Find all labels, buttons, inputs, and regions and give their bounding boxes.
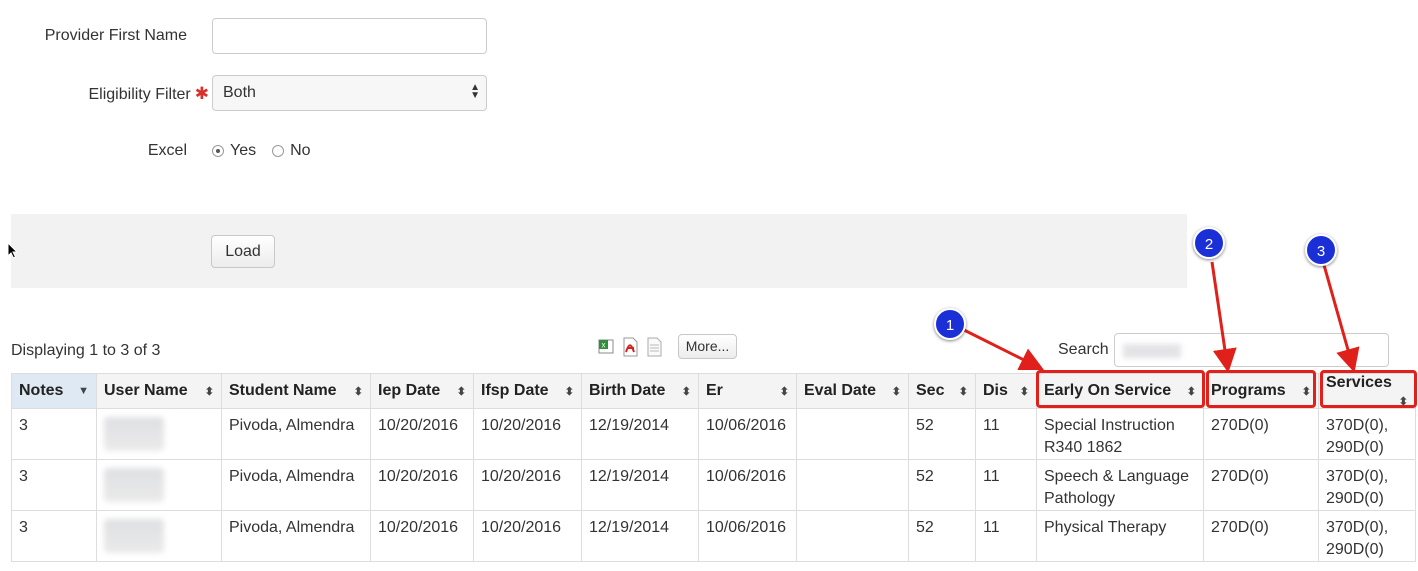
column-header-notes[interactable]: Notes ▼ bbox=[11, 373, 97, 409]
cell-birth-date: 12/19/2014 bbox=[581, 459, 699, 511]
cell-eval-date bbox=[796, 510, 909, 562]
cell-sec: 52 bbox=[908, 459, 976, 511]
cell-notes: 3 bbox=[11, 408, 97, 460]
column-header-iep-date[interactable]: Iep Date ⬍ bbox=[370, 373, 474, 409]
excel-radio-group: Yes No bbox=[212, 142, 311, 160]
column-header-sec[interactable]: Sec ⬍ bbox=[908, 373, 976, 409]
cell-birth-date: 12/19/2014 bbox=[581, 408, 699, 460]
load-bar bbox=[11, 214, 1187, 288]
cell-iep-date: 10/20/2016 bbox=[370, 459, 474, 511]
excel-icon[interactable]: x bbox=[597, 337, 615, 355]
cell-services: 370D(0), 290D(0) bbox=[1318, 510, 1416, 562]
cell-er: 10/06/2016 bbox=[698, 459, 797, 511]
cell-iep-date: 10/20/2016 bbox=[370, 408, 474, 460]
column-header-er[interactable]: Er ⬍ bbox=[698, 373, 797, 409]
required-marker: ✱ bbox=[194, 84, 209, 103]
cell-birth-date: 12/19/2014 bbox=[581, 510, 699, 562]
annotation-badge-3: 3 bbox=[1305, 234, 1337, 266]
excel-no-radio[interactable] bbox=[272, 145, 285, 157]
highlight-early-on-service bbox=[1036, 370, 1205, 408]
cell-user-name bbox=[96, 510, 222, 562]
provider-first-name-input[interactable] bbox=[212, 18, 487, 54]
blurred-user-name bbox=[104, 468, 164, 502]
cell-iep-date: 10/20/2016 bbox=[370, 510, 474, 562]
cell-early-on-service: Physical Therapy bbox=[1036, 510, 1204, 562]
sort-icon: ⬍ bbox=[779, 386, 789, 398]
cell-early-on-service: Speech & Language Pathology bbox=[1036, 459, 1204, 511]
excel-label: Excel bbox=[147, 142, 187, 159]
arrow-1 bbox=[959, 326, 1045, 371]
sort-icon: ⬍ bbox=[564, 386, 574, 398]
pdf-icon[interactable] bbox=[621, 337, 639, 357]
blurred-user-name bbox=[104, 519, 164, 553]
cell-dis: 11 bbox=[975, 510, 1037, 562]
sort-icon: ⬍ bbox=[456, 386, 466, 398]
cell-ifsp-date: 10/20/2016 bbox=[473, 408, 582, 460]
cell-er: 10/06/2016 bbox=[698, 408, 797, 460]
sort-icon: ⬍ bbox=[958, 386, 968, 398]
column-header-dis[interactable]: Dis ⬍ bbox=[975, 373, 1037, 409]
cell-student-name: Pivoda, Almendra bbox=[221, 459, 371, 511]
cell-student-name: Pivoda, Almendra bbox=[221, 408, 371, 460]
table-row[interactable]: 3 Pivoda, Almendra 10/20/2016 10/20/2016… bbox=[11, 510, 1416, 562]
sort-desc-icon: ▼ bbox=[78, 385, 89, 397]
cell-user-name bbox=[96, 408, 222, 460]
sort-icon: ⬍ bbox=[891, 386, 901, 398]
cell-ifsp-date: 10/20/2016 bbox=[473, 510, 582, 562]
cell-notes: 3 bbox=[11, 459, 97, 511]
cell-eval-date bbox=[796, 459, 909, 511]
table-row[interactable]: 3 Pivoda, Almendra 10/20/2016 10/20/2016… bbox=[11, 459, 1416, 511]
excel-yes-label: Yes bbox=[230, 142, 257, 159]
text-file-icon[interactable] bbox=[645, 337, 663, 357]
export-icons: x bbox=[597, 337, 663, 357]
svg-text:x: x bbox=[602, 341, 606, 350]
search-input[interactable] bbox=[1114, 333, 1389, 367]
cell-dis: 11 bbox=[975, 408, 1037, 460]
cell-sec: 52 bbox=[908, 408, 976, 460]
cell-dis: 11 bbox=[975, 459, 1037, 511]
excel-yes-radio[interactable] bbox=[212, 145, 224, 157]
blurred-search-text bbox=[1123, 344, 1181, 358]
search-label: Search bbox=[1058, 341, 1109, 358]
provider-first-name-label: Provider First Name bbox=[44, 27, 187, 44]
cell-er: 10/06/2016 bbox=[698, 510, 797, 562]
cell-student-name: Pivoda, Almendra bbox=[221, 510, 371, 562]
annotation-badge-1: 1 bbox=[934, 308, 966, 340]
cell-early-on-service: Special Instruction R340 1862 bbox=[1036, 408, 1204, 460]
sort-icon: ⬍ bbox=[353, 386, 363, 398]
cell-notes: 3 bbox=[11, 510, 97, 562]
cell-services: 370D(0), 290D(0) bbox=[1318, 408, 1416, 460]
eligibility-filter-label: Eligibility Filter ✱ bbox=[88, 84, 210, 103]
column-header-student-name[interactable]: Student Name ⬍ bbox=[221, 373, 371, 409]
eligibility-filter-select[interactable]: Both ▲ ▼ bbox=[212, 75, 487, 111]
mouse-cursor-icon bbox=[7, 242, 19, 259]
highlight-services bbox=[1320, 370, 1417, 408]
excel-no-label: No bbox=[290, 142, 311, 159]
column-header-ifsp-date[interactable]: Ifsp Date ⬍ bbox=[473, 373, 582, 409]
blurred-user-name bbox=[104, 417, 164, 451]
sort-icon: ⬍ bbox=[204, 386, 214, 398]
table-row[interactable]: 3 Pivoda, Almendra 10/20/2016 10/20/2016… bbox=[11, 408, 1416, 460]
cell-services: 370D(0), 290D(0) bbox=[1318, 459, 1416, 511]
column-header-user-name[interactable]: User Name ⬍ bbox=[96, 373, 222, 409]
column-header-eval-date[interactable]: Eval Date ⬍ bbox=[796, 373, 909, 409]
cell-programs: 270D(0) bbox=[1203, 510, 1319, 562]
highlight-programs bbox=[1206, 370, 1316, 408]
displaying-count: Displaying 1 to 3 of 3 bbox=[11, 342, 161, 359]
sort-icon: ⬍ bbox=[681, 386, 691, 398]
cell-programs: 270D(0) bbox=[1203, 408, 1319, 460]
cell-ifsp-date: 10/20/2016 bbox=[473, 459, 582, 511]
column-header-birth-date[interactable]: Birth Date ⬍ bbox=[581, 373, 699, 409]
cell-eval-date bbox=[796, 408, 909, 460]
select-arrows-icon: ▲ ▼ bbox=[470, 82, 480, 101]
annotation-badge-2: 2 bbox=[1193, 227, 1225, 259]
more-button[interactable]: More... bbox=[678, 334, 737, 359]
load-button[interactable]: Load bbox=[211, 235, 275, 268]
cell-user-name bbox=[96, 459, 222, 511]
cell-sec: 52 bbox=[908, 510, 976, 562]
sort-icon: ⬍ bbox=[1019, 386, 1029, 398]
cell-programs: 270D(0) bbox=[1203, 459, 1319, 511]
